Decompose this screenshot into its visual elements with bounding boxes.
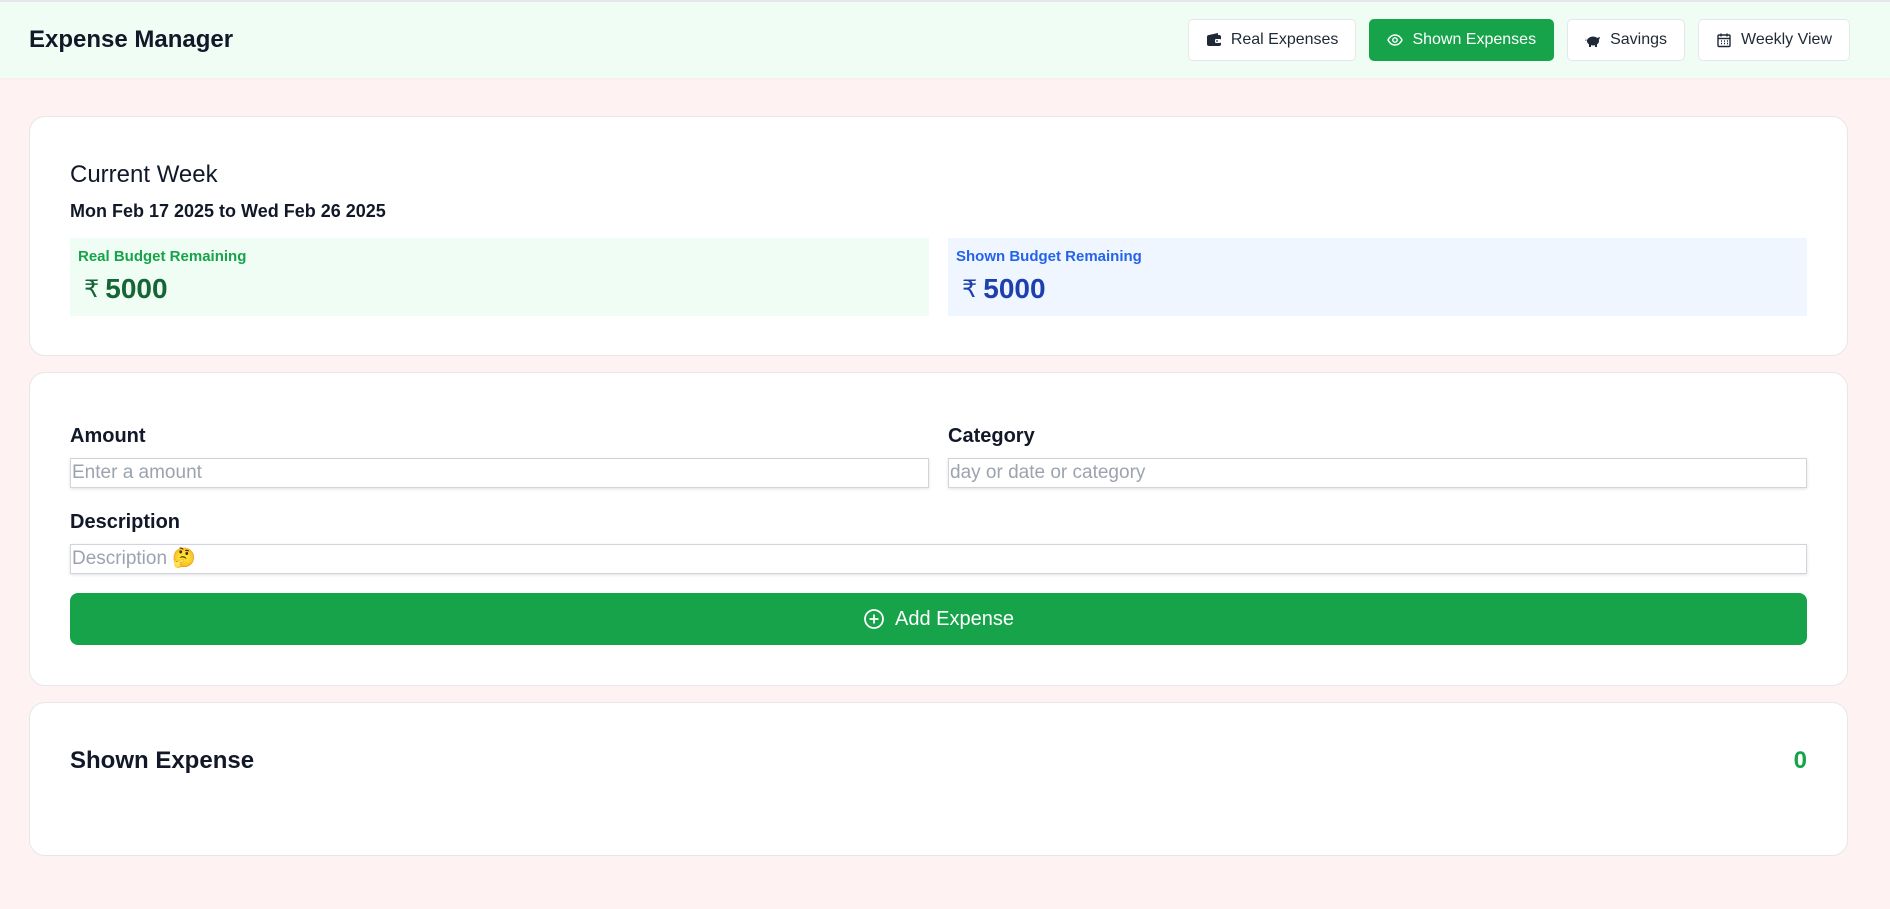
plus-circle-icon <box>864 609 884 629</box>
description-input[interactable] <box>70 544 1807 574</box>
eye-icon <box>1387 34 1404 46</box>
shown-budget-value-row: ₹ 5000 <box>956 273 1799 305</box>
current-week-title: Current Week <box>70 161 218 188</box>
wallet-icon <box>1206 33 1221 46</box>
nav-shown-expenses-button[interactable]: Shown Expenses <box>1369 19 1555 61</box>
amount-label: Amount <box>70 425 146 447</box>
main-nav: Real Expenses Shown Expenses Savings Wee… <box>1187 19 1850 61</box>
nav-real-expenses-label: Real Expenses <box>1230 31 1339 48</box>
shown-expense-card: Shown Expense 0 <box>29 702 1848 856</box>
piggy-bank-icon <box>1585 35 1601 47</box>
rupee-icon: ₹ <box>84 275 100 303</box>
add-expense-button[interactable]: Add Expense <box>70 593 1807 645</box>
nav-weekly-view-label: Weekly View <box>1741 31 1832 48</box>
nav-shown-expenses-label: Shown Expenses <box>1412 31 1537 48</box>
real-budget-amount: 5000 <box>105 273 168 304</box>
add-expense-form: Amount Category Description Add Expense <box>29 372 1848 686</box>
calendar-icon <box>1717 33 1731 48</box>
nav-savings-label: Savings <box>1610 31 1667 48</box>
nav-savings-button[interactable]: Savings <box>1567 19 1685 61</box>
shown-budget-amount: 5000 <box>983 273 1046 304</box>
category-label: Category <box>948 425 1035 447</box>
shown-budget-panel: Shown Budget Remaining ₹ 5000 <box>948 238 1807 316</box>
real-budget-panel: Real Budget Remaining ₹ 5000 <box>70 238 929 316</box>
category-input[interactable] <box>948 458 1807 488</box>
week-date-range: Mon Feb 17 2025 to Wed Feb 26 2025 <box>70 201 386 221</box>
amount-input[interactable] <box>70 458 929 488</box>
shown-budget-label: Shown Budget Remaining <box>956 248 1142 265</box>
shown-expense-total: 0 <box>1793 747 1807 774</box>
nav-real-expenses-button[interactable]: Real Expenses <box>1187 19 1357 61</box>
top-bar: Expense Manager Real Expenses Shown Expe… <box>0 0 1890 78</box>
current-week-card: Current Week Mon Feb 17 2025 to Wed Feb … <box>29 116 1848 356</box>
shown-expense-title: Shown Expense <box>70 747 255 774</box>
real-budget-label: Real Budget Remaining <box>78 248 247 265</box>
description-label: Description <box>70 511 181 533</box>
nav-weekly-view-button[interactable]: Weekly View <box>1698 19 1850 61</box>
add-expense-label: Add Expense <box>895 607 1014 630</box>
app-title: Expense Manager <box>29 26 234 53</box>
rupee-icon: ₹ <box>962 275 978 303</box>
real-budget-value-row: ₹ 5000 <box>78 273 921 305</box>
